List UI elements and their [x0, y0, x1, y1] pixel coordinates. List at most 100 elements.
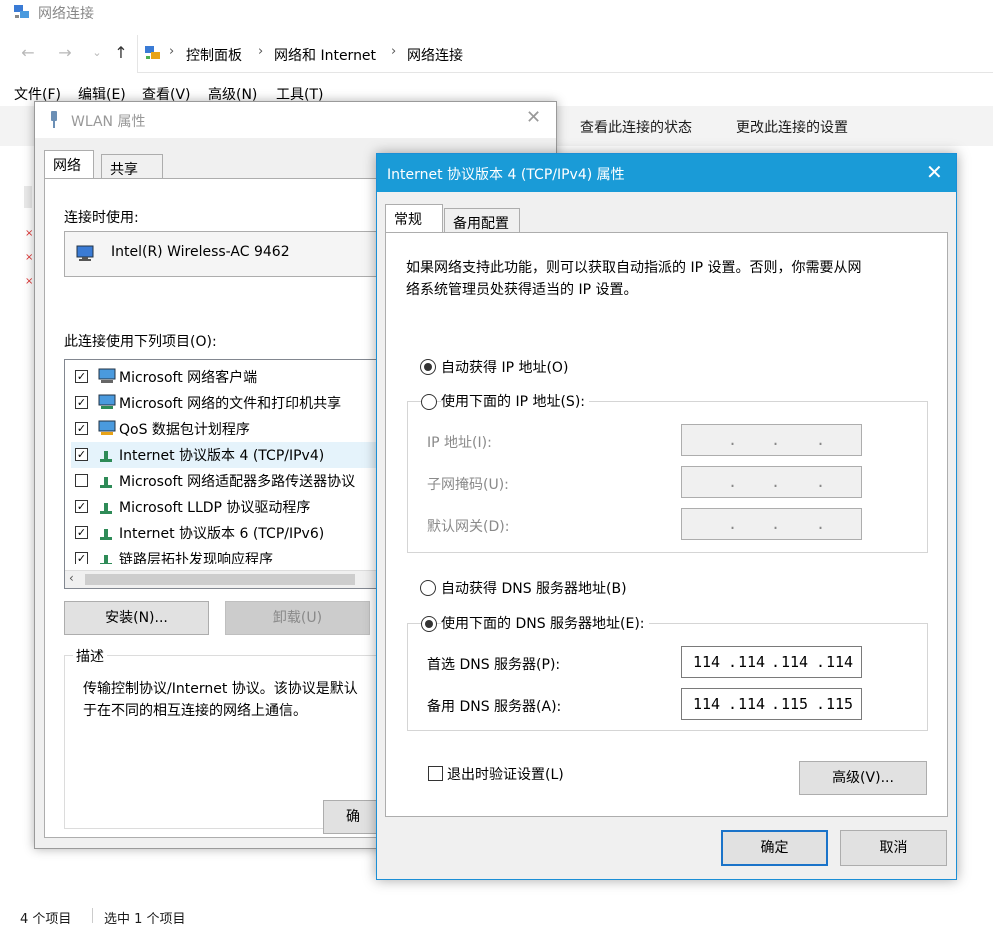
validate-on-exit-label[interactable]: 退出时验证设置(L) — [447, 764, 564, 784]
checkbox-checked[interactable]: ✓ — [75, 448, 88, 461]
auto-ip-radio[interactable] — [420, 359, 436, 375]
checkbox-checked[interactable]: ✓ — [75, 500, 88, 513]
subnet-mask-input[interactable]: . . . — [681, 466, 862, 498]
list-item[interactable]: ✓ Microsoft LLDP 协议驱动程序 — [71, 494, 383, 520]
window-title: 网络连接 — [38, 6, 94, 22]
manual-dns-label[interactable]: 使用下面的 DNS 服务器地址(E): — [441, 613, 649, 633]
list-item[interactable]: ✓ Microsoft 网络的文件和打印机共享 — [71, 390, 383, 416]
qos-icon — [98, 420, 116, 435]
tab-general[interactable]: 常规 — [385, 204, 443, 233]
address-bar-row: ← → ⌄ ↑ › 控制面板 › 网络和 Internet › 网络连接 — [0, 34, 993, 74]
dns-octet: 114 — [738, 653, 766, 671]
ipv4-properties-dialog: Internet 协议版本 4 (TCP/IPv4) 属性 ✕ 常规 备用配置 … — [376, 153, 957, 880]
tab-alternate-config[interactable]: 备用配置 — [444, 208, 520, 234]
change-settings-command[interactable]: 更改此连接的设置 — [736, 117, 848, 137]
advanced-button[interactable]: 高级(V)... — [799, 761, 927, 795]
control-panel-icon — [145, 46, 160, 59]
items-list-label: 此连接使用下列项目(O): — [64, 334, 217, 350]
close-icon[interactable]: ✕ — [926, 160, 943, 184]
checkbox-checked[interactable]: ✓ — [75, 370, 88, 383]
manual-dns-group: 使用下面的 DNS 服务器地址(E): 首选 DNS 服务器(P): 114 .… — [407, 613, 928, 731]
adapter-field: Intel(R) Wireless-AC 9462 — [64, 231, 384, 277]
install-button[interactable]: 安装(N)... — [64, 601, 209, 635]
validate-on-exit-checkbox[interactable] — [428, 766, 443, 781]
preferred-dns-label: 首选 DNS 服务器(P): — [427, 657, 561, 673]
breadcrumb-network-connections[interactable]: 网络连接 — [407, 45, 463, 65]
preferred-dns-input[interactable]: 114 . 114 . 114 . 114 — [681, 646, 862, 678]
wlan-dialog-title: WLAN 属性 — [71, 114, 146, 130]
disconnected-x-icon: × — [25, 276, 34, 287]
forward-arrow-icon[interactable]: → — [54, 42, 76, 64]
ip-separator: . — [771, 431, 781, 449]
connections-list-strip: × × × — [0, 146, 34, 900]
list-item[interactable]: ✓ QoS 数据包计划程序 — [71, 416, 383, 442]
list-item[interactable]: ✓ 链路层拓扑发现响应程序 — [71, 546, 383, 564]
manual-ip-label[interactable]: 使用下面的 IP 地址(S): — [441, 391, 589, 411]
close-icon[interactable]: ✕ — [526, 107, 541, 128]
default-gateway-label: 默认网关(D): — [427, 519, 510, 535]
breadcrumb-separator-icon: › — [169, 44, 175, 59]
disconnected-x-icon: × — [25, 252, 34, 263]
list-item-label: Microsoft 网络客户端 — [119, 370, 258, 386]
ok-button[interactable]: 确定 — [721, 830, 828, 866]
ok-button-partial[interactable]: 确 — [323, 800, 383, 834]
status-divider — [92, 908, 93, 923]
scrollbar-thumb[interactable] — [85, 574, 355, 585]
auto-dns-radio[interactable] — [420, 580, 436, 596]
alternate-dns-input[interactable]: 114 . 114 . 115 . 115 — [681, 688, 862, 720]
dns-octet: 114 — [693, 653, 721, 671]
dns-octet: 114 — [826, 653, 854, 671]
protocol-icon — [100, 451, 112, 462]
cancel-button[interactable]: 取消 — [840, 830, 947, 866]
list-item-label: Internet 协议版本 6 (TCP/IPv6) — [119, 526, 325, 542]
back-arrow-icon[interactable]: ← — [17, 42, 39, 64]
description-line-2: 于在不同的相互连接的网络上通信。 — [83, 703, 307, 719]
address-box[interactable]: › 控制面板 › 网络和 Internet › 网络连接 — [137, 35, 993, 73]
disconnected-x-icon: × — [25, 228, 34, 239]
ip-address-input[interactable]: . . . — [681, 424, 862, 456]
uninstall-button[interactable]: 卸载(U) — [225, 601, 370, 635]
status-selected-count: 选中 1 个项目 — [104, 912, 186, 927]
ip-separator: . — [771, 515, 781, 533]
manual-dns-radio[interactable] — [421, 616, 437, 632]
checkbox-unchecked[interactable] — [75, 474, 88, 487]
ip-separator: . — [728, 653, 738, 671]
connect-using-label: 连接时使用: — [64, 210, 139, 226]
explorer-title-bar: 网络连接 — [0, 0, 993, 28]
checkbox-checked[interactable]: ✓ — [75, 552, 88, 564]
description-title: 描述 — [73, 646, 107, 666]
checkbox-checked[interactable]: ✓ — [75, 526, 88, 539]
dns-octet: 114 — [693, 695, 721, 713]
tab-networking[interactable]: 网络 — [44, 150, 94, 179]
horizontal-scrollbar[interactable]: ‹ — [65, 570, 383, 588]
default-gateway-input[interactable]: . . . — [681, 508, 862, 540]
items-listbox[interactable]: ✓ Microsoft 网络客户端 ✓ Microsoft 网络的文件和打印机共… — [64, 359, 384, 589]
protocol-icon — [100, 477, 112, 488]
manual-ip-radio[interactable] — [421, 394, 437, 410]
manual-ip-group: 使用下面的 IP 地址(S): IP 地址(I): . . . 子网掩码(U):… — [407, 391, 928, 553]
ip-separator: . — [816, 653, 826, 671]
breadcrumb-network-internet[interactable]: 网络和 Internet — [274, 45, 376, 65]
list-item-label: Microsoft LLDP 协议驱动程序 — [119, 500, 311, 516]
up-arrow-icon[interactable]: ↑ — [110, 42, 132, 64]
dns-octet: 115 — [781, 695, 809, 713]
checkbox-checked[interactable]: ✓ — [75, 422, 88, 435]
list-item-selected[interactable]: ✓ Internet 协议版本 4 (TCP/IPv4) — [71, 442, 383, 468]
list-item[interactable]: ✓ Microsoft 网络客户端 — [71, 364, 383, 390]
ip-separator: . — [816, 473, 826, 491]
auto-dns-label[interactable]: 自动获得 DNS 服务器地址(B) — [441, 578, 627, 598]
tab-sharing[interactable]: 共享 — [101, 154, 163, 180]
list-item[interactable]: ✓ Internet 协议版本 6 (TCP/IPv6) — [71, 520, 383, 546]
recent-chevron-icon[interactable]: ⌄ — [86, 42, 108, 64]
list-item-label: Microsoft 网络的文件和打印机共享 — [119, 396, 342, 412]
ip-separator: . — [771, 653, 781, 671]
breadcrumb-control-panel[interactable]: 控制面板 — [186, 45, 242, 65]
view-status-command[interactable]: 查看此连接的状态 — [580, 117, 692, 137]
list-item[interactable]: Microsoft 网络适配器多路传送器协议 — [71, 468, 383, 494]
ipv4-dialog-title: Internet 协议版本 4 (TCP/IPv4) 属性 — [387, 167, 625, 183]
checkbox-checked[interactable]: ✓ — [75, 396, 88, 409]
ip-address-label: IP 地址(I): — [427, 435, 492, 451]
list-item-label: Internet 协议版本 4 (TCP/IPv4) — [119, 448, 325, 464]
scroll-left-icon[interactable]: ‹ — [69, 571, 74, 585]
auto-ip-label[interactable]: 自动获得 IP 地址(O) — [441, 357, 568, 377]
